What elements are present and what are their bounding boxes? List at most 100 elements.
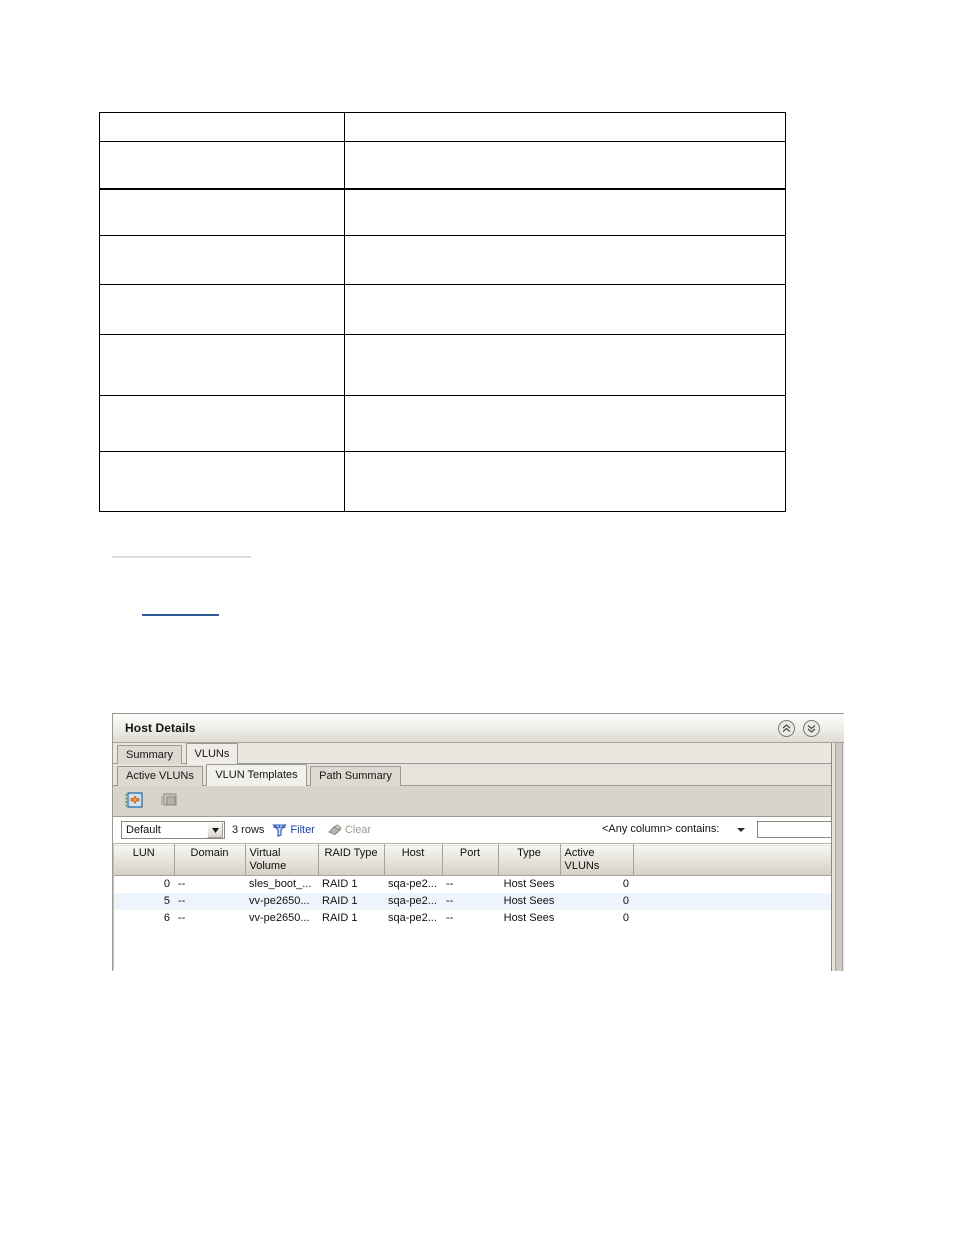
secondary-tab-strip: Active VLUNs VLUN Templates Path Summary [113, 764, 844, 786]
grid-body: 0 -- sles_boot_... RAID 1 sqa-pe2... -- … [114, 876, 838, 927]
table-cell [99, 188, 345, 236]
table-row[interactable]: 0 -- sles_boot_... RAID 1 sqa-pe2... -- … [114, 876, 838, 893]
cell-active-vluns: 0 [560, 892, 633, 910]
cell-lun: 5 [114, 892, 174, 910]
table-cell [344, 334, 786, 396]
document-table-body [99, 112, 786, 512]
column-header-type[interactable]: Type [498, 844, 561, 876]
cell-host: sqa-pe2... [388, 912, 437, 924]
search-scope-label: <Any column> contains: [602, 823, 720, 835]
create-vlun-template-icon[interactable] [124, 791, 146, 812]
column-header-filler [633, 844, 839, 876]
cell-raid-type: RAID 1 [322, 912, 358, 924]
cell-filler [633, 910, 838, 927]
cell-active-vluns: 0 [622, 878, 629, 891]
tab-path-summary[interactable]: Path Summary [310, 766, 401, 786]
cell-raid-type: RAID 1 [318, 892, 384, 910]
clear-filter-button[interactable]: Clear [327, 823, 371, 837]
table-row[interactable]: 5 -- vv-pe2650... RAID 1 sqa-pe2... -- H… [114, 892, 838, 910]
column-header-port[interactable]: Port [442, 844, 499, 876]
copy-vlun-template-icon [158, 791, 180, 812]
cell-lun: 6 [163, 912, 170, 924]
link-underline-rule [142, 614, 219, 616]
cell-active-vluns: 0 [622, 912, 629, 924]
cell-domain: -- [174, 892, 245, 910]
table-cell [344, 141, 786, 190]
tab-vlun-templates[interactable]: VLUN Templates [206, 764, 307, 786]
action-toolbar [113, 786, 844, 817]
view-select[interactable]: Default [121, 821, 225, 839]
cell-host: sqa-pe2... [388, 878, 437, 891]
scrollbar-track[interactable] [835, 743, 843, 971]
table-cell [99, 141, 345, 190]
table-row[interactable]: 6 -- vv-pe2650... RAID 1 sqa-pe2... -- H… [114, 910, 838, 927]
cell-port: -- [446, 912, 454, 924]
table-row [99, 141, 786, 190]
column-header-virtual-volume[interactable]: Virtual Volume [245, 844, 319, 876]
table-cell [99, 451, 345, 512]
table-row [99, 395, 786, 452]
host-details-panel: Host Details Summary VLUNs Active VLUNs … [112, 713, 844, 971]
vlun-templates-grid: LUN Domain Virtual Volume RAID Type Host… [113, 844, 844, 970]
filter-button-label: Filter [290, 824, 315, 836]
clear-filter-label: Clear [344, 824, 372, 836]
table-cell [99, 235, 345, 285]
chevron-double-up-icon[interactable] [778, 720, 795, 737]
tab-active-vluns[interactable]: Active VLUNs [117, 766, 203, 786]
cell-domain: -- [178, 912, 186, 924]
cell-type: Host Sees [503, 912, 555, 924]
eraser-clear-icon [327, 823, 342, 837]
vlun-templates-table: LUN Domain Virtual Volume RAID Type Host… [114, 844, 839, 927]
cell-type: Host Sees [498, 892, 560, 910]
table-row [99, 188, 786, 236]
filter-bar: Default 3 rows Filter Clear <Any column>… [113, 817, 844, 844]
table-row [99, 451, 786, 512]
view-select-value: Default [126, 824, 161, 836]
panel-vertical-scrollbar[interactable] [831, 743, 844, 971]
table-cell [99, 395, 345, 452]
table-cell [344, 395, 786, 452]
column-header-raid-type[interactable]: RAID Type [318, 844, 385, 876]
row-count-label: 3 rows [232, 824, 265, 836]
cell-lun: 0 [163, 878, 170, 891]
tab-vluns[interactable]: VLUNs [185, 743, 239, 765]
table-row [99, 284, 786, 335]
chevron-down-icon[interactable] [207, 822, 223, 838]
cell-raid-type: RAID 1 [322, 878, 358, 891]
table-cell [99, 284, 345, 335]
page-title: Host Details [125, 721, 196, 735]
table-row [99, 235, 786, 285]
grid-header-row: LUN Domain Virtual Volume RAID Type Host… [114, 844, 839, 876]
cell-virtual-volume: sles_boot_... [249, 878, 312, 891]
document-specification-table [99, 112, 786, 512]
cell-virtual-volume: vv-pe2650... [245, 892, 318, 910]
chevron-double-down-icon[interactable] [803, 720, 820, 737]
cell-domain: -- [178, 878, 186, 891]
table-row [99, 334, 786, 396]
grid-header: LUN Domain Virtual Volume RAID Type Host… [114, 844, 839, 876]
cell-virtual-volume: vv-pe2650... [249, 912, 310, 924]
table-cell [344, 112, 786, 142]
column-header-lun[interactable]: LUN [114, 844, 175, 876]
panel-titlebar-buttons [778, 720, 820, 737]
cell-port: -- [446, 878, 454, 891]
table-cell [99, 334, 345, 396]
cell-filler [633, 892, 838, 910]
primary-tab-strip: Summary VLUNs [113, 743, 844, 765]
table-cell [344, 235, 786, 285]
table-cell [344, 451, 786, 512]
column-header-domain[interactable]: Domain [174, 844, 246, 876]
section-divider-rule [112, 556, 251, 558]
tab-summary[interactable]: Summary [117, 745, 183, 765]
funnel-filter-icon [272, 823, 288, 838]
table-cell [99, 112, 345, 142]
table-row [99, 112, 786, 142]
cell-port: -- [442, 892, 498, 910]
cell-filler [633, 876, 838, 893]
search-scope-chevron-down-icon[interactable] [737, 828, 745, 832]
column-header-host[interactable]: Host [384, 844, 443, 876]
column-header-active-vluns[interactable]: Active VLUNs [560, 844, 634, 876]
cell-host: sqa-pe2... [384, 892, 442, 910]
cell-type: Host Sees [503, 878, 555, 891]
filter-button[interactable]: Filter [272, 823, 315, 838]
